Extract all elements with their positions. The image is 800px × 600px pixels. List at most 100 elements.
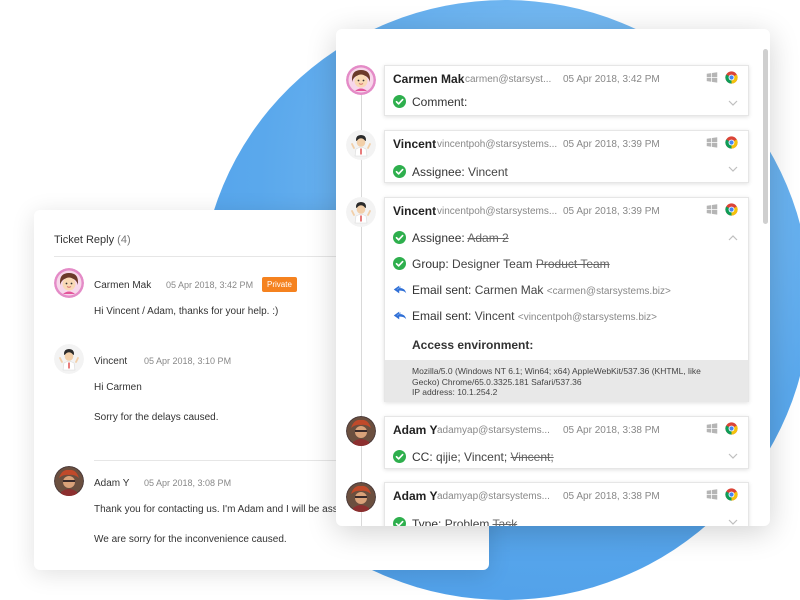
check-circle-icon [393, 257, 406, 270]
reply-author: Adam Y [94, 478, 130, 489]
avatar[interactable] [54, 344, 84, 374]
change-label: CC: qijie; Vincent; Vincent; [412, 450, 554, 464]
chrome-icon [725, 488, 738, 501]
chrome-icon [725, 136, 738, 149]
chrome-icon [725, 422, 738, 435]
change-label: Comment: [412, 95, 468, 109]
activity-email: vincentpoh@starsystems... [437, 206, 558, 217]
chevron-down-icon[interactable] [728, 100, 738, 106]
activity-date: 05 Apr 2018, 3:39 PM [563, 139, 660, 150]
activity-author: Vincent [393, 137, 437, 151]
change-label: Type: Problem Task [412, 517, 517, 526]
change-label: Group: Designer Team Product Team [412, 257, 610, 271]
check-circle-icon [393, 165, 406, 178]
access-environment-title: Access environment: [412, 338, 534, 352]
reply-date: 05 Apr 2018, 3:10 PM [144, 356, 232, 366]
divider [54, 256, 374, 257]
ticket-reply-count: (4) [117, 234, 131, 246]
change-row: CC: qijie; Vincent; Vincent; [385, 445, 748, 471]
activity-email: carmen@starsyst... [465, 74, 552, 85]
activity-card: Adam Y adamyap@starsystems... 05 Apr 201… [384, 416, 749, 469]
avatar[interactable] [346, 482, 376, 512]
activity-email: adamyap@starsystems... [437, 425, 550, 436]
chrome-icon [725, 203, 738, 216]
email-field: Email sent: [412, 309, 472, 323]
reply-author: Carmen Mak [94, 280, 152, 291]
reply-message: Hi Carmen [94, 382, 142, 393]
email-sent-icon [393, 310, 407, 321]
avatar[interactable] [54, 268, 84, 298]
activity-card: Adam Y adamyap@starsystems... 05 Apr 201… [384, 482, 749, 526]
user-agent-line: Gecko) Chrome/65.0.3325.181 Safari/537.3… [412, 376, 582, 387]
change-row: Assignee: Vincent [385, 160, 748, 186]
activity-date: 05 Apr 2018, 3:38 PM [563, 491, 660, 502]
check-circle-icon [393, 95, 406, 108]
activity-author: Vincent [393, 204, 437, 218]
email-recipient: Vincent [474, 309, 515, 323]
reply-author: Vincent [94, 356, 128, 367]
activity-email: adamyap@starsystems... [437, 491, 550, 502]
change-field: Type: [412, 517, 442, 526]
avatar[interactable] [346, 130, 376, 160]
avatar[interactable] [54, 466, 84, 496]
check-circle-icon [393, 450, 406, 463]
email-label: Email sent: Vincent <vincentpoh@starsyst… [412, 309, 657, 323]
activity-date: 05 Apr 2018, 3:42 PM [563, 74, 660, 85]
activity-card: Vincent vincentpoh@starsystems... 05 Apr… [384, 130, 749, 183]
activity-date: 05 Apr 2018, 3:39 PM [563, 206, 660, 217]
activity-card: Carmen Mak carmen@starsyst... 05 Apr 201… [384, 65, 749, 116]
email-row: Email sent: Carmen Mak <carmen@starsyste… [385, 278, 748, 304]
activity-author: Adam Y [393, 489, 438, 503]
change-new-value: Designer Team [452, 257, 533, 271]
chevron-down-icon[interactable] [728, 453, 738, 459]
activity-author: Adam Y [393, 423, 438, 437]
activity-author: Carmen Mak [393, 72, 465, 86]
windows-icon [706, 489, 718, 500]
change-old-value: Task [492, 517, 518, 526]
change-new-value: qijie; Vincent; [436, 450, 508, 464]
activity-email: vincentpoh@starsystems... [437, 139, 558, 150]
change-old-value: Product Team [535, 257, 610, 271]
change-field: Group: [412, 257, 449, 271]
ticket-reply-title: Ticket Reply [54, 234, 115, 246]
access-environment-box: Mozilla/5.0 (Windows NT 6.1; Win64; x64)… [385, 360, 748, 402]
email-row: Email sent: Vincent <vincentpoh@starsyst… [385, 304, 748, 330]
windows-icon [706, 137, 718, 148]
ticket-reply-header: Ticket Reply (4) [54, 234, 131, 246]
chevron-down-icon[interactable] [728, 166, 738, 172]
change-old-value: Adam 2 [467, 231, 509, 245]
reply-message: Thank you for contacting us. I'm Adam an… [94, 504, 345, 515]
change-row: Assignee: Adam 2 [385, 226, 748, 252]
change-field: Assignee: [412, 165, 465, 179]
windows-icon [706, 204, 718, 215]
chevron-down-icon[interactable] [728, 519, 738, 525]
email-label: Email sent: Carmen Mak <carmen@starsyste… [412, 283, 671, 297]
user-agent-line: Mozilla/5.0 (Windows NT 6.1; Win64; x64)… [412, 366, 701, 376]
divider [94, 460, 374, 461]
windows-icon [706, 423, 718, 434]
change-old-value: Vincent; [510, 450, 554, 464]
avatar[interactable] [346, 197, 376, 227]
reply-date: 05 Apr 2018, 3:42 PM [166, 280, 254, 290]
ip-address: IP address: 10.1.254.2 [412, 387, 498, 397]
avatar[interactable] [346, 65, 376, 95]
private-badge: Private [262, 277, 297, 292]
scrollbar[interactable] [763, 49, 768, 224]
activity-card-expanded: Vincent vincentpoh@starsystems... 05 Apr… [384, 197, 749, 402]
change-field: Assignee: [412, 231, 465, 245]
windows-icon [706, 72, 718, 83]
change-label: Assignee: Adam 2 [412, 231, 509, 245]
reply-date: 05 Apr 2018, 3:08 PM [144, 478, 232, 488]
change-row: Comment: [385, 90, 748, 116]
check-circle-icon [393, 231, 406, 244]
change-row: Group: Designer Team Product Team [385, 252, 748, 278]
email-address: <vincentpoh@starsystems.biz> [517, 312, 657, 323]
activity-log-panel: Carmen Mak carmen@starsyst... 05 Apr 201… [336, 29, 770, 526]
reply-message: Sorry for the delays caused. [94, 412, 219, 423]
check-circle-icon [393, 517, 406, 526]
change-new-value: Problem [444, 517, 490, 526]
reply-message: Hi Vincent / Adam, thanks for your help.… [94, 306, 279, 317]
email-address: <carmen@starsystems.biz> [546, 286, 671, 297]
reply-message: We are sorry for the inconvenience cause… [94, 534, 287, 545]
avatar[interactable] [346, 416, 376, 446]
